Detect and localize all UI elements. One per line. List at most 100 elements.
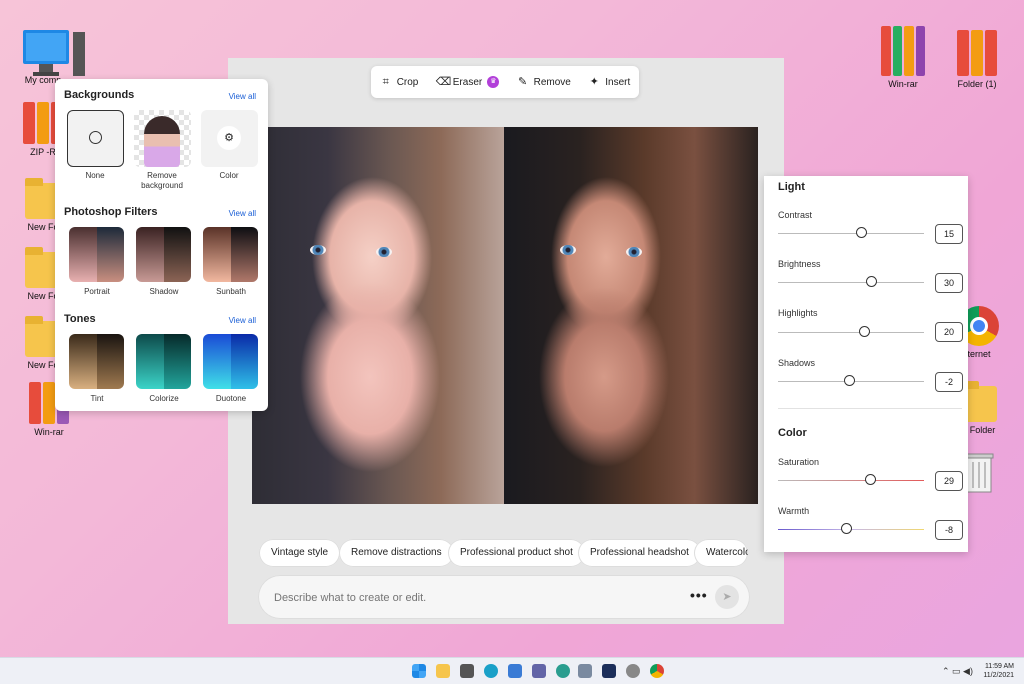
editor-toolbar: ⌗ Crop ⌫ Eraser ♛ ✎ Remove ✦ Insert	[371, 66, 639, 98]
backgrounds-title: Backgrounds	[64, 89, 135, 101]
backgrounds-view-all-link[interactable]: View all	[229, 92, 256, 101]
desktop-icon-folder-zip[interactable]: Folder (1)	[942, 24, 1012, 89]
edge-icon[interactable]	[484, 664, 498, 678]
store-icon[interactable]	[508, 664, 522, 678]
slider-handle[interactable]	[841, 523, 852, 534]
prompt-input[interactable]	[272, 587, 676, 609]
desktop-icon-label: New Fo	[27, 360, 59, 370]
warmth-value[interactable]: -8	[935, 520, 963, 540]
eraser-label: Eraser	[452, 76, 483, 88]
photo-before	[252, 127, 504, 504]
portrait-thumbnail	[144, 116, 180, 167]
highlights-slider[interactable]	[778, 326, 924, 337]
background-color-option[interactable]: ⚙	[201, 110, 258, 167]
warmth-slider[interactable]	[778, 523, 924, 534]
tones-view-all-link[interactable]: View all	[229, 316, 256, 325]
clock[interactable]: 11:59 AM 11/2/2021	[983, 662, 1014, 680]
desktop-icon-label: ternet	[967, 349, 991, 359]
tones-title: Tones	[64, 313, 96, 325]
crop-icon: ⌗	[382, 76, 389, 88]
photo-after	[504, 127, 758, 504]
suggestion-chip[interactable]: Vintage style	[259, 539, 341, 567]
desktop-icon-label: ZIP -R	[30, 147, 56, 157]
tone-duotone-option[interactable]	[203, 334, 258, 389]
more-options-button[interactable]: •••	[690, 587, 708, 603]
tone-colorize-option[interactable]	[136, 334, 191, 389]
windows-start-icon[interactable]	[412, 664, 426, 678]
contrast-label: Contrast	[778, 210, 813, 220]
highlights-label: Highlights	[778, 308, 818, 318]
tray-icons[interactable]: ⌃ ▭ ◀)	[942, 664, 982, 678]
maps-icon[interactable]	[556, 664, 570, 678]
sliders-icon: ⚙	[217, 126, 241, 150]
highlights-value[interactable]: 20	[935, 322, 963, 342]
suggestion-chip[interactable]: Professional product shot	[448, 539, 585, 567]
tone-colorize-label: Colorize	[149, 394, 179, 403]
brightness-value[interactable]: 30	[935, 273, 963, 293]
settings-icon[interactable]	[626, 664, 640, 678]
crop-button[interactable]: ⌗ Crop	[380, 76, 419, 88]
suggestion-chip[interactable]: Professional headshot	[578, 539, 701, 567]
desktop-icon-label: New Fo	[27, 222, 59, 232]
winrar-icon	[881, 24, 925, 76]
slider-handle[interactable]	[844, 375, 855, 386]
light-section-title: Light	[778, 181, 805, 193]
suggestion-chip[interactable]: Remove distractions	[339, 539, 454, 567]
desktop-icon-label: Win-rar	[34, 427, 64, 437]
warmth-label: Warmth	[778, 506, 810, 516]
desktop-icon-winrar-right[interactable]: Win-rar	[868, 24, 938, 89]
eye	[626, 247, 642, 257]
shadows-slider[interactable]	[778, 375, 924, 386]
saturation-label: Saturation	[778, 457, 820, 467]
eye	[310, 245, 326, 255]
prompt-bar: ••• ➤	[258, 575, 750, 619]
eye	[560, 245, 576, 255]
slider-handle[interactable]	[865, 474, 876, 485]
filter-sunbath-option[interactable]	[203, 227, 258, 282]
files-icon[interactable]	[578, 664, 592, 678]
suggestion-chip[interactable]: Watercolor	[694, 539, 748, 567]
desktop-icon-label: New Fo	[27, 291, 59, 301]
brightness-slider[interactable]	[778, 276, 924, 287]
filters-view-all-link[interactable]: View all	[229, 209, 256, 218]
filters-title: Photoshop Filters	[64, 206, 158, 218]
chrome-icon[interactable]	[650, 664, 664, 678]
slider-handle[interactable]	[856, 227, 867, 238]
eye	[376, 247, 392, 257]
send-button[interactable]: ➤	[715, 585, 739, 609]
filter-sunbath-label: Sunbath	[216, 287, 246, 296]
filter-shadow-label: Shadow	[149, 287, 179, 296]
tone-tint-option[interactable]	[69, 334, 124, 389]
shadows-value[interactable]: -2	[935, 372, 963, 392]
slider-handle[interactable]	[866, 276, 877, 287]
filter-portrait-option[interactable]	[69, 227, 124, 282]
insert-button[interactable]: ✦ Insert	[588, 76, 631, 88]
remove-background-label: Remove background	[141, 171, 183, 190]
section-divider	[778, 408, 962, 409]
desktop-icon-my-computer[interactable]: My comp	[8, 28, 85, 85]
clock-time: 11:59 AM	[984, 663, 1014, 670]
remove-icon: ✎	[518, 76, 528, 88]
file-explorer-icon[interactable]	[436, 664, 450, 678]
teams-icon[interactable]	[532, 664, 546, 678]
background-color-label: Color	[219, 171, 239, 180]
contrast-slider[interactable]	[778, 227, 924, 238]
remove-background-option[interactable]	[134, 110, 191, 167]
camera-icon[interactable]	[460, 664, 474, 678]
brightness-label: Brightness	[778, 259, 821, 269]
contrast-value[interactable]: 15	[935, 224, 963, 244]
background-none-option[interactable]	[67, 110, 124, 167]
adjustments-panel: Light Contrast 15 Brightness 30 Highligh…	[764, 176, 968, 552]
desktop-icon-label: Folder (1)	[957, 79, 997, 89]
slider-handle[interactable]	[859, 326, 870, 337]
binders-icon	[955, 24, 999, 76]
saturation-value[interactable]: 29	[935, 471, 963, 491]
remove-button[interactable]: ✎ Remove	[517, 76, 571, 88]
app-icon[interactable]	[602, 664, 616, 678]
tone-duotone-label: Duotone	[215, 394, 247, 403]
filter-shadow-option[interactable]	[136, 227, 191, 282]
computer-icon	[21, 28, 85, 76]
eraser-button[interactable]: ⌫ Eraser ♛	[436, 76, 500, 88]
saturation-slider[interactable]	[778, 474, 924, 485]
insert-icon: ✦	[589, 76, 599, 88]
